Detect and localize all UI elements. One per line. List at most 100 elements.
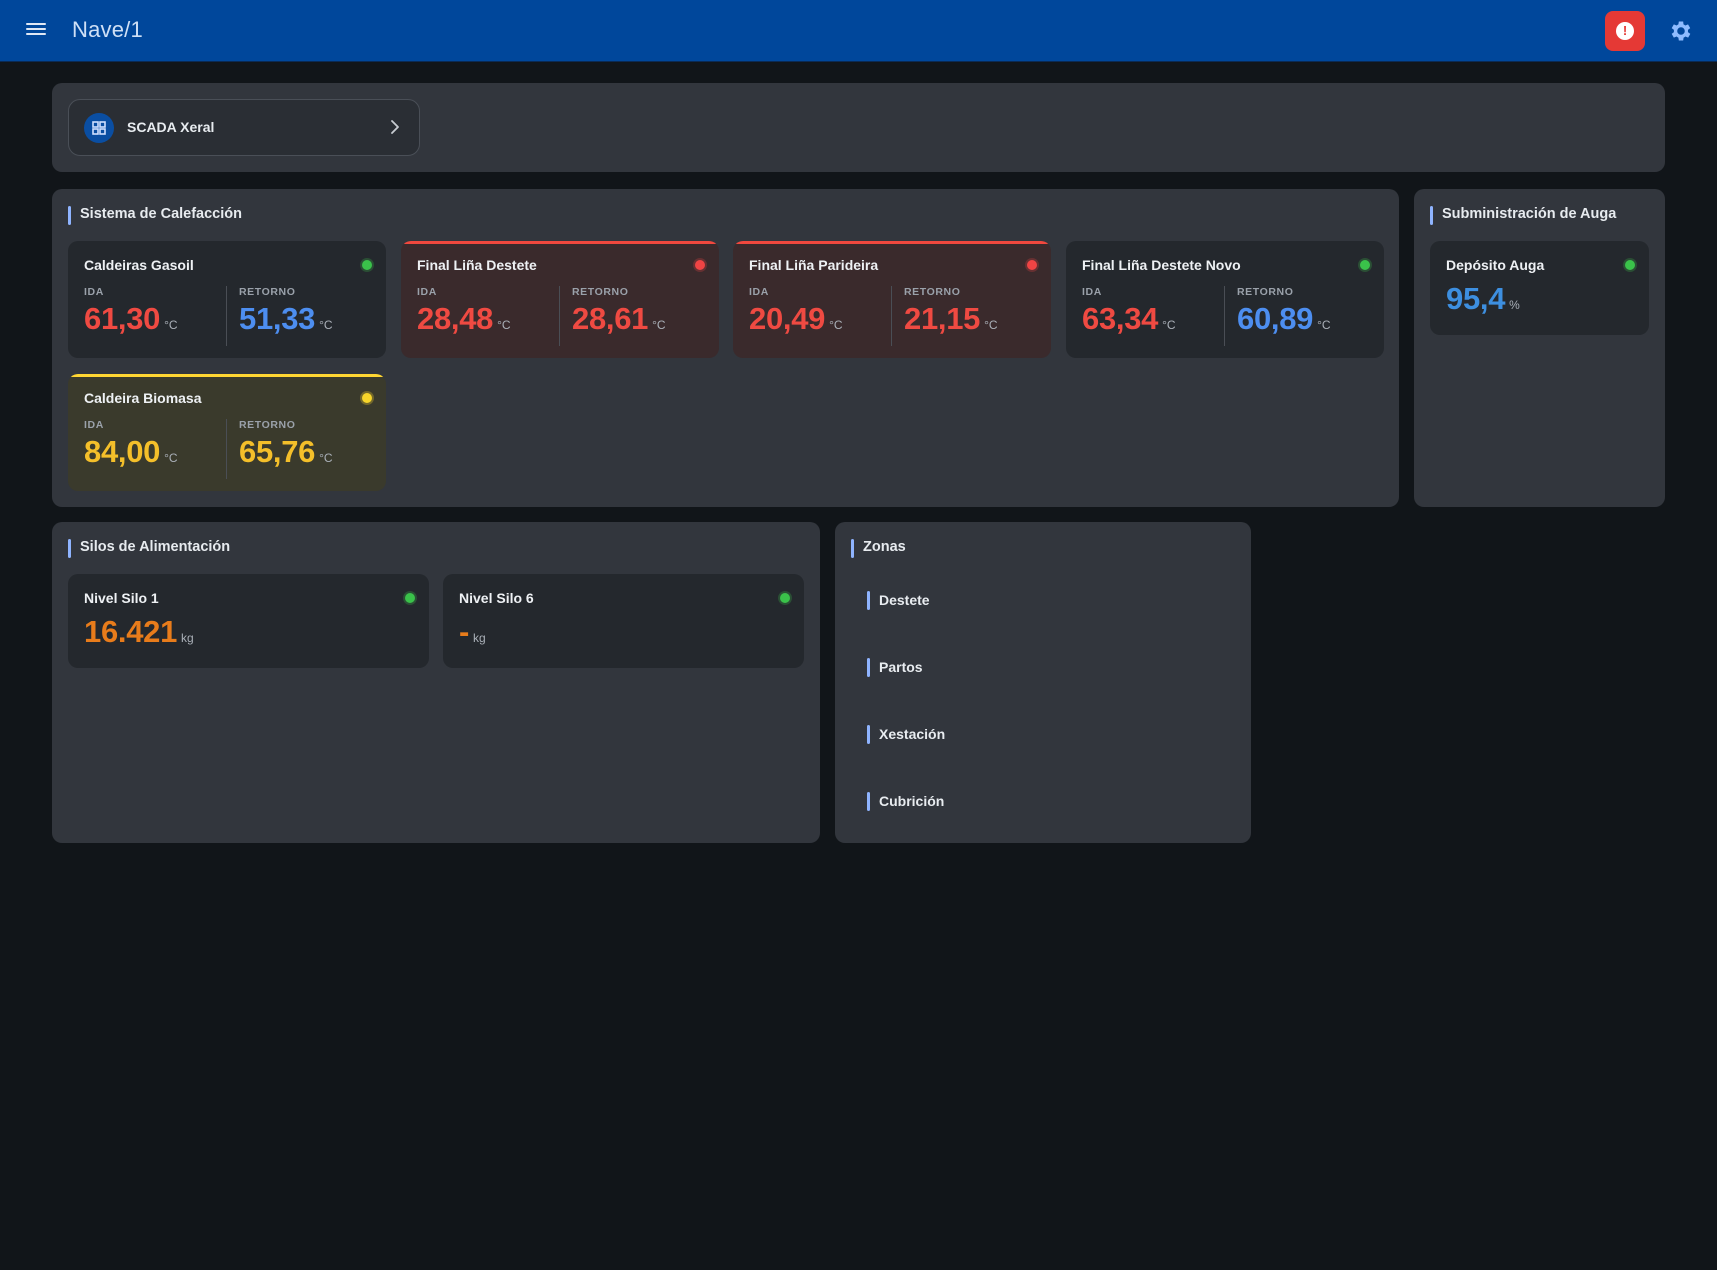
scada-panel: SCADA Xeral: [52, 83, 1665, 172]
retorno-column: RETORNO 21,15 °C: [904, 286, 998, 337]
retorno-column: RETORNO 51,33 °C: [239, 286, 333, 337]
status-indicator: [780, 593, 790, 603]
card-title: Final Liña Destete: [417, 257, 537, 273]
card-title: Final Liña Destete Novo: [1082, 257, 1241, 273]
card-title: Nivel Silo 1: [84, 590, 159, 606]
divider: [226, 286, 227, 346]
status-indicator: [362, 260, 372, 270]
unit-label: °C: [319, 318, 333, 332]
unit-label: °C: [1162, 318, 1176, 332]
divider: [559, 286, 560, 346]
value-row: 95,4%: [1446, 281, 1520, 317]
divider: [891, 286, 892, 346]
unit-label: °C: [984, 318, 998, 332]
heating-card-caldeiras-gasoil[interactable]: Caldeiras Gasoil IDA 61,30 °C RETORNO 51,…: [68, 241, 386, 358]
ida-value: 28,48: [417, 301, 494, 336]
retorno-value: 51,33: [239, 301, 316, 336]
silo-card-1[interactable]: Nivel Silo 1 16.421 kg: [68, 574, 429, 668]
water-panel: Subministración de Auga Depósito Auga 95…: [1414, 189, 1665, 507]
status-indicator: [1625, 260, 1635, 270]
ida-column: IDA 63,34 °C: [1082, 286, 1176, 337]
page-title: Nave/1: [72, 17, 143, 42]
value-row: 16.421 kg: [84, 614, 194, 650]
card-title: Caldeira Biomasa: [84, 390, 202, 406]
divider: [226, 419, 227, 479]
ida-column: IDA 28,48 °C: [417, 286, 511, 337]
silo-value: 16.421: [84, 614, 178, 649]
heating-panel: Sistema de Calefacción Caldeiras Gasoil …: [52, 189, 1399, 507]
retorno-label: RETORNO: [239, 419, 296, 431]
heating-card-final-lina-destete-novo[interactable]: Final Liña Destete Novo IDA 63,34 °C RETO…: [1066, 241, 1384, 358]
ida-label: IDA: [417, 286, 437, 298]
ida-label: IDA: [84, 419, 104, 431]
retorno-value: 21,15: [904, 301, 981, 336]
alert-circle-icon: !: [1616, 22, 1634, 40]
card-title: Caldeiras Gasoil: [84, 257, 194, 273]
ida-column: IDA 20,49 °C: [749, 286, 843, 337]
unit-label: °C: [497, 318, 511, 332]
ida-value: 63,34: [1082, 301, 1159, 336]
zone-xestacion[interactable]: Xestación: [867, 725, 945, 744]
silos-panel: Silos de Alimentación Nivel Silo 1 16.42…: [52, 522, 820, 843]
scada-xeral-label: SCADA Xeral: [127, 119, 215, 135]
unit-label: °C: [164, 318, 178, 332]
unit-label: °C: [319, 451, 333, 465]
chevron-right-icon: [391, 120, 399, 134]
status-indicator: [362, 393, 372, 403]
zones-panel-title: Zonas: [851, 539, 906, 558]
ida-label: IDA: [84, 286, 104, 298]
grid-icon: [84, 113, 114, 143]
ida-value: 20,49: [749, 301, 826, 336]
silo-value: -: [459, 614, 470, 649]
heating-card-caldeira-biomasa[interactable]: Caldeira Biomasa IDA 84,00 °C RETORNO 65,…: [68, 374, 386, 491]
retorno-column: RETORNO 65,76 °C: [239, 419, 333, 470]
status-indicator: [1027, 260, 1037, 270]
card-title: Nivel Silo 6: [459, 590, 534, 606]
unit-label: kg: [181, 631, 194, 645]
ida-column: IDA 61,30 °C: [84, 286, 178, 337]
ida-value: 84,00: [84, 434, 161, 469]
unit-label: %: [1509, 298, 1520, 312]
silo-card-6[interactable]: Nivel Silo 6 - kg: [443, 574, 804, 668]
value-row: - kg: [459, 614, 486, 650]
retorno-label: RETORNO: [572, 286, 629, 298]
level-value: 95,4: [1446, 281, 1506, 316]
status-indicator: [695, 260, 705, 270]
divider: [1224, 286, 1225, 346]
ida-label: IDA: [1082, 286, 1102, 298]
unit-label: °C: [1317, 318, 1331, 332]
retorno-value: 60,89: [1237, 301, 1314, 336]
zones-panel: Zonas Destete Partos Xestación Cubrición: [835, 522, 1251, 843]
card-title: Depósito Auga: [1446, 257, 1545, 273]
unit-label: °C: [164, 451, 178, 465]
zone-destete[interactable]: Destete: [867, 591, 930, 610]
silos-panel-title: Silos de Alimentación: [68, 539, 230, 558]
retorno-label: RETORNO: [1237, 286, 1294, 298]
ida-label: IDA: [749, 286, 769, 298]
heating-card-final-lina-parideira[interactable]: Final Liña Parideira IDA 20,49 °C RETORNO…: [733, 241, 1051, 358]
status-indicator: [1360, 260, 1370, 270]
retorno-column: RETORNO 28,61 °C: [572, 286, 666, 337]
heating-card-final-lina-destete[interactable]: Final Liña Destete IDA 28,48 °C RETORNO 2…: [401, 241, 719, 358]
alert-button[interactable]: !: [1605, 11, 1645, 51]
zone-cubricion[interactable]: Cubrición: [867, 792, 944, 811]
retorno-label: RETORNO: [239, 286, 296, 298]
card-title: Final Liña Parideira: [749, 257, 879, 273]
unit-label: °C: [652, 318, 666, 332]
unit-label: °C: [829, 318, 843, 332]
retorno-label: RETORNO: [904, 286, 961, 298]
retorno-column: RETORNO 60,89 °C: [1237, 286, 1331, 337]
water-panel-title: Subministración de Auga: [1430, 206, 1616, 225]
status-indicator: [405, 593, 415, 603]
scada-xeral-button[interactable]: SCADA Xeral: [68, 99, 420, 156]
retorno-value: 28,61: [572, 301, 649, 336]
zone-partos[interactable]: Partos: [867, 658, 923, 677]
heating-panel-title: Sistema de Calefacción: [68, 206, 242, 225]
retorno-value: 65,76: [239, 434, 316, 469]
app-header: Nave/1 !: [0, 0, 1717, 62]
ida-column: IDA 84,00 °C: [84, 419, 178, 470]
ida-value: 61,30: [84, 301, 161, 336]
water-card-deposito-auga[interactable]: Depósito Auga 95,4%: [1430, 241, 1649, 335]
gear-icon[interactable]: [1668, 18, 1694, 44]
menu-icon[interactable]: [24, 20, 48, 42]
